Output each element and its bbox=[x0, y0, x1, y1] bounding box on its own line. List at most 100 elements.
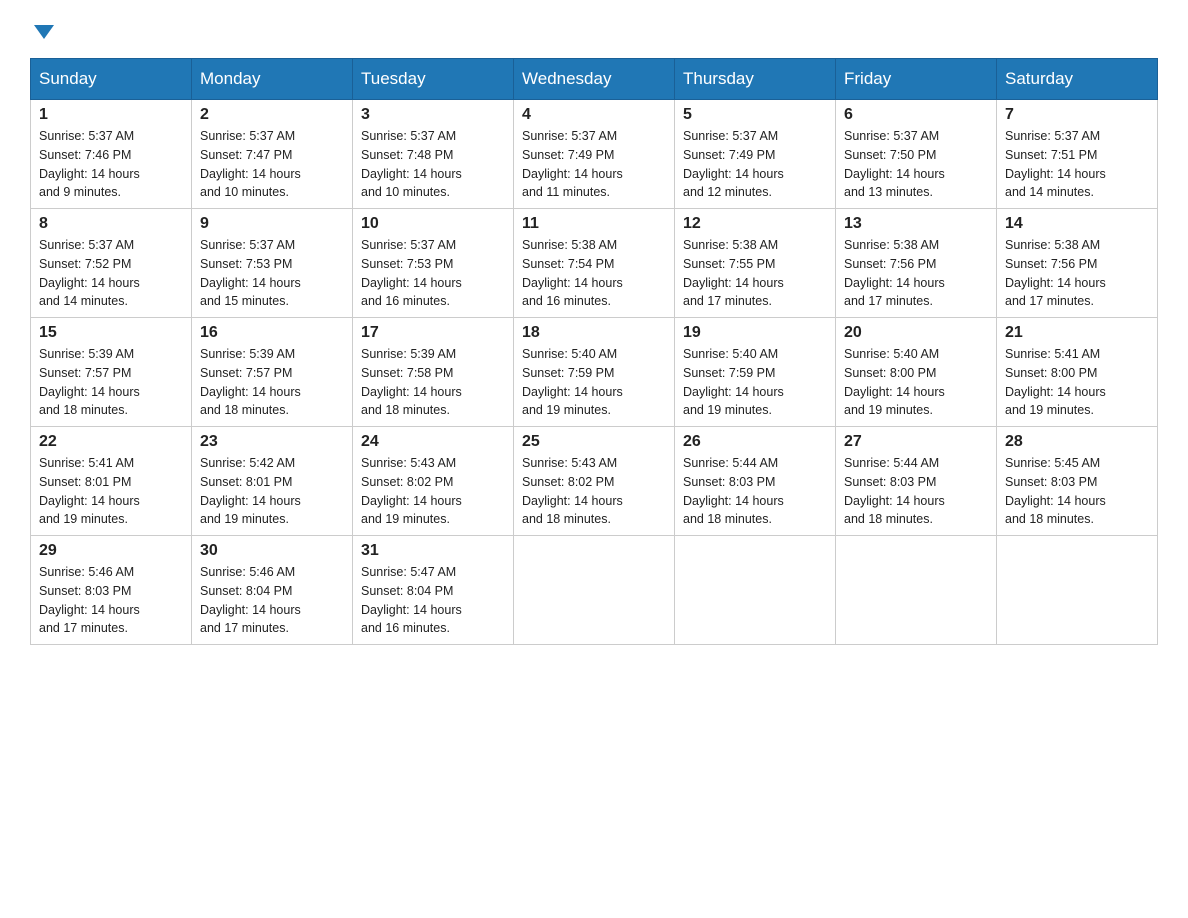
day-number: 6 bbox=[844, 106, 988, 124]
calendar-day-cell: 23 Sunrise: 5:42 AMSunset: 8:01 PMDaylig… bbox=[192, 427, 353, 536]
day-info: Sunrise: 5:40 AMSunset: 7:59 PMDaylight:… bbox=[683, 345, 827, 420]
day-number: 22 bbox=[39, 433, 183, 451]
calendar-day-cell bbox=[997, 536, 1158, 645]
calendar-day-cell: 12 Sunrise: 5:38 AMSunset: 7:55 PMDaylig… bbox=[675, 209, 836, 318]
calendar-day-cell: 26 Sunrise: 5:44 AMSunset: 8:03 PMDaylig… bbox=[675, 427, 836, 536]
calendar-day-cell bbox=[514, 536, 675, 645]
day-info: Sunrise: 5:38 AMSunset: 7:56 PMDaylight:… bbox=[1005, 236, 1149, 311]
calendar-day-cell: 16 Sunrise: 5:39 AMSunset: 7:57 PMDaylig… bbox=[192, 318, 353, 427]
calendar-day-cell: 25 Sunrise: 5:43 AMSunset: 8:02 PMDaylig… bbox=[514, 427, 675, 536]
day-info: Sunrise: 5:43 AMSunset: 8:02 PMDaylight:… bbox=[361, 454, 505, 529]
day-number: 29 bbox=[39, 542, 183, 560]
day-number: 25 bbox=[522, 433, 666, 451]
calendar-day-cell: 13 Sunrise: 5:38 AMSunset: 7:56 PMDaylig… bbox=[836, 209, 997, 318]
day-number: 13 bbox=[844, 215, 988, 233]
calendar-day-cell: 1 Sunrise: 5:37 AMSunset: 7:46 PMDayligh… bbox=[31, 100, 192, 209]
day-of-week-header: Friday bbox=[836, 59, 997, 100]
day-of-week-header: Wednesday bbox=[514, 59, 675, 100]
day-info: Sunrise: 5:38 AMSunset: 7:54 PMDaylight:… bbox=[522, 236, 666, 311]
logo-text bbox=[30, 20, 54, 46]
calendar-day-cell: 21 Sunrise: 5:41 AMSunset: 8:00 PMDaylig… bbox=[997, 318, 1158, 427]
day-of-week-header: Tuesday bbox=[353, 59, 514, 100]
calendar-week-row: 29 Sunrise: 5:46 AMSunset: 8:03 PMDaylig… bbox=[31, 536, 1158, 645]
day-info: Sunrise: 5:38 AMSunset: 7:56 PMDaylight:… bbox=[844, 236, 988, 311]
day-number: 19 bbox=[683, 324, 827, 342]
day-number: 4 bbox=[522, 106, 666, 124]
calendar-day-cell: 8 Sunrise: 5:37 AMSunset: 7:52 PMDayligh… bbox=[31, 209, 192, 318]
calendar-day-cell: 3 Sunrise: 5:37 AMSunset: 7:48 PMDayligh… bbox=[353, 100, 514, 209]
day-number: 30 bbox=[200, 542, 344, 560]
day-info: Sunrise: 5:41 AMSunset: 8:01 PMDaylight:… bbox=[39, 454, 183, 529]
day-number: 2 bbox=[200, 106, 344, 124]
day-number: 10 bbox=[361, 215, 505, 233]
day-number: 14 bbox=[1005, 215, 1149, 233]
day-number: 5 bbox=[683, 106, 827, 124]
day-of-week-header: Monday bbox=[192, 59, 353, 100]
day-info: Sunrise: 5:37 AMSunset: 7:50 PMDaylight:… bbox=[844, 127, 988, 202]
day-number: 20 bbox=[844, 324, 988, 342]
day-number: 28 bbox=[1005, 433, 1149, 451]
day-info: Sunrise: 5:37 AMSunset: 7:48 PMDaylight:… bbox=[361, 127, 505, 202]
calendar-day-cell: 27 Sunrise: 5:44 AMSunset: 8:03 PMDaylig… bbox=[836, 427, 997, 536]
calendar-header-row: SundayMondayTuesdayWednesdayThursdayFrid… bbox=[31, 59, 1158, 100]
calendar-day-cell: 7 Sunrise: 5:37 AMSunset: 7:51 PMDayligh… bbox=[997, 100, 1158, 209]
day-info: Sunrise: 5:37 AMSunset: 7:51 PMDaylight:… bbox=[1005, 127, 1149, 202]
logo bbox=[30, 20, 54, 48]
day-number: 8 bbox=[39, 215, 183, 233]
day-info: Sunrise: 5:39 AMSunset: 7:57 PMDaylight:… bbox=[200, 345, 344, 420]
day-info: Sunrise: 5:45 AMSunset: 8:03 PMDaylight:… bbox=[1005, 454, 1149, 529]
calendar-day-cell: 29 Sunrise: 5:46 AMSunset: 8:03 PMDaylig… bbox=[31, 536, 192, 645]
day-info: Sunrise: 5:46 AMSunset: 8:03 PMDaylight:… bbox=[39, 563, 183, 638]
calendar-day-cell: 14 Sunrise: 5:38 AMSunset: 7:56 PMDaylig… bbox=[997, 209, 1158, 318]
calendar-day-cell: 15 Sunrise: 5:39 AMSunset: 7:57 PMDaylig… bbox=[31, 318, 192, 427]
day-number: 24 bbox=[361, 433, 505, 451]
day-of-week-header: Saturday bbox=[997, 59, 1158, 100]
day-number: 16 bbox=[200, 324, 344, 342]
calendar-day-cell: 5 Sunrise: 5:37 AMSunset: 7:49 PMDayligh… bbox=[675, 100, 836, 209]
calendar-day-cell: 17 Sunrise: 5:39 AMSunset: 7:58 PMDaylig… bbox=[353, 318, 514, 427]
calendar-day-cell: 22 Sunrise: 5:41 AMSunset: 8:01 PMDaylig… bbox=[31, 427, 192, 536]
day-info: Sunrise: 5:40 AMSunset: 7:59 PMDaylight:… bbox=[522, 345, 666, 420]
calendar-week-row: 8 Sunrise: 5:37 AMSunset: 7:52 PMDayligh… bbox=[31, 209, 1158, 318]
day-info: Sunrise: 5:37 AMSunset: 7:53 PMDaylight:… bbox=[361, 236, 505, 311]
day-number: 7 bbox=[1005, 106, 1149, 124]
day-number: 3 bbox=[361, 106, 505, 124]
calendar-day-cell: 30 Sunrise: 5:46 AMSunset: 8:04 PMDaylig… bbox=[192, 536, 353, 645]
day-info: Sunrise: 5:44 AMSunset: 8:03 PMDaylight:… bbox=[683, 454, 827, 529]
calendar-day-cell: 4 Sunrise: 5:37 AMSunset: 7:49 PMDayligh… bbox=[514, 100, 675, 209]
calendar-day-cell bbox=[836, 536, 997, 645]
day-number: 17 bbox=[361, 324, 505, 342]
day-number: 11 bbox=[522, 215, 666, 233]
calendar-week-row: 22 Sunrise: 5:41 AMSunset: 8:01 PMDaylig… bbox=[31, 427, 1158, 536]
day-number: 23 bbox=[200, 433, 344, 451]
day-number: 18 bbox=[522, 324, 666, 342]
day-number: 12 bbox=[683, 215, 827, 233]
day-info: Sunrise: 5:37 AMSunset: 7:49 PMDaylight:… bbox=[683, 127, 827, 202]
day-info: Sunrise: 5:37 AMSunset: 7:53 PMDaylight:… bbox=[200, 236, 344, 311]
day-number: 9 bbox=[200, 215, 344, 233]
day-info: Sunrise: 5:37 AMSunset: 7:47 PMDaylight:… bbox=[200, 127, 344, 202]
day-info: Sunrise: 5:44 AMSunset: 8:03 PMDaylight:… bbox=[844, 454, 988, 529]
day-info: Sunrise: 5:37 AMSunset: 7:52 PMDaylight:… bbox=[39, 236, 183, 311]
calendar-week-row: 15 Sunrise: 5:39 AMSunset: 7:57 PMDaylig… bbox=[31, 318, 1158, 427]
calendar-day-cell: 31 Sunrise: 5:47 AMSunset: 8:04 PMDaylig… bbox=[353, 536, 514, 645]
day-info: Sunrise: 5:41 AMSunset: 8:00 PMDaylight:… bbox=[1005, 345, 1149, 420]
calendar-day-cell: 11 Sunrise: 5:38 AMSunset: 7:54 PMDaylig… bbox=[514, 209, 675, 318]
calendar-day-cell: 20 Sunrise: 5:40 AMSunset: 8:00 PMDaylig… bbox=[836, 318, 997, 427]
calendar-day-cell: 9 Sunrise: 5:37 AMSunset: 7:53 PMDayligh… bbox=[192, 209, 353, 318]
day-info: Sunrise: 5:47 AMSunset: 8:04 PMDaylight:… bbox=[361, 563, 505, 638]
day-info: Sunrise: 5:42 AMSunset: 8:01 PMDaylight:… bbox=[200, 454, 344, 529]
day-info: Sunrise: 5:43 AMSunset: 8:02 PMDaylight:… bbox=[522, 454, 666, 529]
calendar-day-cell bbox=[675, 536, 836, 645]
day-of-week-header: Thursday bbox=[675, 59, 836, 100]
day-number: 27 bbox=[844, 433, 988, 451]
calendar-day-cell: 10 Sunrise: 5:37 AMSunset: 7:53 PMDaylig… bbox=[353, 209, 514, 318]
day-number: 1 bbox=[39, 106, 183, 124]
page-header bbox=[30, 20, 1158, 48]
day-number: 26 bbox=[683, 433, 827, 451]
calendar-day-cell: 18 Sunrise: 5:40 AMSunset: 7:59 PMDaylig… bbox=[514, 318, 675, 427]
day-info: Sunrise: 5:37 AMSunset: 7:49 PMDaylight:… bbox=[522, 127, 666, 202]
calendar-day-cell: 6 Sunrise: 5:37 AMSunset: 7:50 PMDayligh… bbox=[836, 100, 997, 209]
calendar-day-cell: 2 Sunrise: 5:37 AMSunset: 7:47 PMDayligh… bbox=[192, 100, 353, 209]
day-info: Sunrise: 5:46 AMSunset: 8:04 PMDaylight:… bbox=[200, 563, 344, 638]
